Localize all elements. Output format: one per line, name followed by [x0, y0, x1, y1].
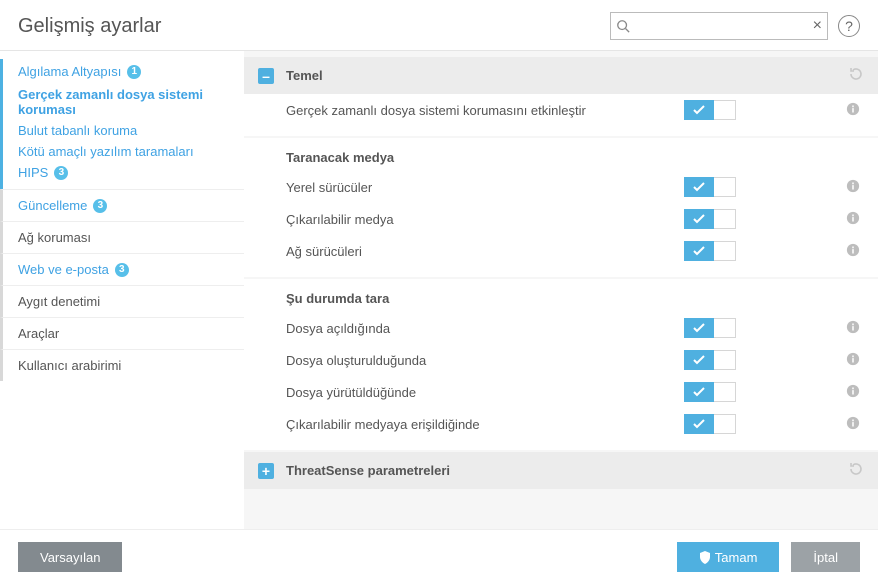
- setting-row: Çıkarılabilir medya: [244, 203, 878, 235]
- revert-icon[interactable]: [848, 66, 864, 85]
- info-icon[interactable]: [846, 416, 860, 433]
- info-icon[interactable]: [846, 352, 860, 369]
- badge: 3: [54, 166, 68, 180]
- toggle-on-open[interactable]: [684, 318, 736, 338]
- sidebar-item-label: Aygıt denetimi: [18, 294, 100, 309]
- info-icon[interactable]: [846, 179, 860, 196]
- sidebar-item-label: Araçlar: [18, 326, 59, 341]
- info-icon[interactable]: [846, 320, 860, 337]
- row-label: Dosya yürütüldüğünde: [286, 385, 684, 400]
- content-pane: – Temel Gerçek zamanlı dosya sistemi kor…: [244, 51, 878, 529]
- sidebar-item-label: Gerçek zamanlı dosya sistemi koruması: [18, 87, 234, 117]
- row-label: Dosya açıldığında: [286, 321, 684, 336]
- search-input[interactable]: [610, 12, 828, 40]
- sidebar-item-label: Kullanıcı arabirimi: [18, 358, 121, 373]
- info-icon[interactable]: [846, 243, 860, 260]
- search-clear-icon[interactable]: ×: [813, 17, 822, 35]
- row-label: Ağ sürücüleri: [286, 244, 684, 259]
- sidebar-item-realtime-protection[interactable]: Gerçek zamanlı dosya sistemi koruması: [18, 84, 244, 120]
- toggle-removable-access[interactable]: [684, 414, 736, 434]
- section-header-threatsense: + ThreatSense parametreleri: [244, 452, 878, 489]
- toggle-on-create[interactable]: [684, 350, 736, 370]
- toggle-removable-media[interactable]: [684, 209, 736, 229]
- sidebar-item-label: Algılama Altyapısı: [18, 64, 121, 79]
- search-container: ×: [610, 12, 828, 40]
- setting-row: Dosya açıldığında: [244, 312, 878, 344]
- toggle-network-drives[interactable]: [684, 241, 736, 261]
- revert-icon[interactable]: [848, 461, 864, 480]
- help-button[interactable]: ?: [838, 15, 860, 37]
- sidebar-item-label: Güncelleme: [18, 198, 87, 213]
- ok-label: Tamam: [715, 550, 758, 565]
- badge: 1: [127, 65, 141, 79]
- row-label: Çıkarılabilir medya: [286, 212, 684, 227]
- group-title: Taranacak medya: [244, 138, 878, 171]
- sidebar-item-cloud-protection[interactable]: Bulut tabanlı koruma: [18, 120, 244, 141]
- toggle-enable-realtime[interactable]: [684, 100, 736, 120]
- row-label: Dosya oluşturulduğunda: [286, 353, 684, 368]
- section-header-basic: – Temel: [244, 57, 878, 94]
- toggle-on-execute[interactable]: [684, 382, 736, 402]
- footer: Varsayılan Tamam İptal: [0, 529, 878, 584]
- row-label: Gerçek zamanlı dosya sistemi korumasını …: [286, 103, 684, 118]
- sidebar-item-malware-scans[interactable]: Kötü amaçlı yazılım taramaları: [18, 141, 244, 162]
- expand-icon[interactable]: +: [258, 463, 274, 479]
- setting-row: Yerel sürücüler: [244, 171, 878, 203]
- info-icon[interactable]: [846, 384, 860, 401]
- sidebar-item-label: Kötü amaçlı yazılım taramaları: [18, 144, 194, 159]
- default-button[interactable]: Varsayılan: [18, 542, 122, 572]
- setting-row: Gerçek zamanlı dosya sistemi korumasını …: [244, 94, 878, 126]
- sidebar-item-label: Ağ koruması: [18, 230, 91, 245]
- sidebar-item-device-control[interactable]: Aygıt denetimi: [0, 285, 244, 317]
- setting-row: Dosya oluşturulduğunda: [244, 344, 878, 376]
- sidebar-item-label: Web ve e-posta: [18, 262, 109, 277]
- sidebar-item-label: HIPS: [18, 165, 48, 180]
- sidebar-item-network-protection[interactable]: Ağ koruması: [0, 221, 244, 253]
- info-icon[interactable]: [846, 211, 860, 228]
- shield-icon: [699, 551, 711, 564]
- cancel-button[interactable]: İptal: [791, 542, 860, 572]
- sidebar-item-detection-engine[interactable]: Algılama Altyapısı 1: [3, 59, 244, 84]
- ok-button[interactable]: Tamam: [677, 542, 780, 572]
- sidebar: Algılama Altyapısı 1 Gerçek zamanlı dosy…: [0, 51, 244, 529]
- sidebar-item-ui[interactable]: Kullanıcı arabirimi: [0, 349, 244, 381]
- group-title: Şu durumda tara: [244, 279, 878, 312]
- badge: 3: [115, 263, 129, 277]
- sidebar-item-web-email[interactable]: Web ve e-posta 3: [0, 253, 244, 285]
- setting-row: Dosya yürütüldüğünde: [244, 376, 878, 408]
- setting-row: Çıkarılabilir medyaya erişildiğinde: [244, 408, 878, 440]
- row-label: Çıkarılabilir medyaya erişildiğinde: [286, 417, 684, 432]
- page-title: Gelişmiş ayarlar: [18, 15, 610, 38]
- section-title: ThreatSense parametreleri: [286, 463, 848, 478]
- setting-row: Ağ sürücüleri: [244, 235, 878, 267]
- sidebar-item-update[interactable]: Güncelleme 3: [0, 189, 244, 221]
- toggle-local-drives[interactable]: [684, 177, 736, 197]
- sidebar-item-label: Bulut tabanlı koruma: [18, 123, 137, 138]
- header: Gelişmiş ayarlar × ?: [0, 0, 878, 51]
- sidebar-item-tools[interactable]: Araçlar: [0, 317, 244, 349]
- badge: 3: [93, 199, 107, 213]
- info-icon[interactable]: [846, 102, 860, 119]
- sidebar-item-hips[interactable]: HIPS 3: [18, 162, 244, 183]
- collapse-icon[interactable]: –: [258, 68, 274, 84]
- section-title: Temel: [286, 68, 848, 83]
- row-label: Yerel sürücüler: [286, 180, 684, 195]
